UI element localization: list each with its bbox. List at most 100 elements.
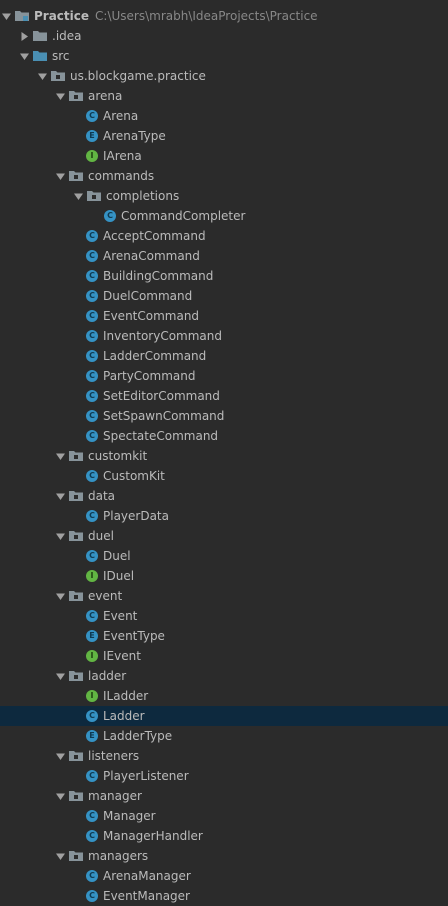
tree-row-ievent[interactable]: I IEvent <box>0 646 448 666</box>
expand-arrow-icon[interactable] <box>0 6 12 26</box>
tree-node-label: EventCommand <box>103 309 200 323</box>
collapse-arrow-icon[interactable] <box>18 26 30 46</box>
module-folder-icon <box>14 8 30 24</box>
tree-row-arenamanager[interactable]: C ArenaManager <box>0 866 448 886</box>
expand-arrow-icon[interactable] <box>54 786 66 806</box>
package-icon <box>68 848 84 864</box>
class-icon: C <box>86 770 98 782</box>
package-icon <box>50 68 66 84</box>
class-icon: C <box>86 290 98 302</box>
expand-arrow-icon[interactable] <box>54 586 66 606</box>
expand-arrow-icon[interactable] <box>54 666 66 686</box>
class-icon: C <box>86 250 98 262</box>
tree-row-laddertype[interactable]: E LadderType <box>0 726 448 746</box>
tree-node-label: LadderCommand <box>103 349 207 363</box>
tree-row-arenatype[interactable]: E ArenaType <box>0 126 448 146</box>
tree-row-eventtype[interactable]: E EventType <box>0 626 448 646</box>
tree-node-label: DuelCommand <box>103 289 193 303</box>
expand-arrow-icon[interactable] <box>54 446 66 466</box>
tree-row-us-blockgame-practice[interactable]: us.blockgame.practice <box>0 66 448 86</box>
tree-row-acceptcommand[interactable]: C AcceptCommand <box>0 226 448 246</box>
class-icon: C <box>86 410 98 422</box>
expand-arrow-icon[interactable] <box>36 66 48 86</box>
tree-row-managerhandler[interactable]: C ManagerHandler <box>0 826 448 846</box>
tree-row-data[interactable]: data <box>0 486 448 506</box>
tree-row-commands[interactable]: commands <box>0 166 448 186</box>
tree-row-completions[interactable]: completions <box>0 186 448 206</box>
tree-row-event[interactable]: C Event <box>0 606 448 626</box>
tree-row-duel[interactable]: C Duel <box>0 546 448 566</box>
tree-row-duel[interactable]: duel <box>0 526 448 546</box>
tree-row-buildingcommand[interactable]: C BuildingCommand <box>0 266 448 286</box>
tree-row-customkit[interactable]: C CustomKit <box>0 466 448 486</box>
class-icon: C <box>86 270 98 282</box>
expand-arrow-icon[interactable] <box>54 746 66 766</box>
interface-icon: I <box>86 570 98 582</box>
tree-row-spectatecommand[interactable]: C SpectateCommand <box>0 426 448 446</box>
tree-row-ladder[interactable]: ladder <box>0 666 448 686</box>
class-icon: C <box>86 550 98 562</box>
expand-arrow-icon[interactable] <box>54 846 66 866</box>
tree-row-laddercommand[interactable]: C LadderCommand <box>0 346 448 366</box>
tree-row-commandcompleter[interactable]: C CommandCompleter <box>0 206 448 226</box>
tree-node-label: Practice <box>34 9 90 23</box>
expand-arrow-icon[interactable] <box>54 166 66 186</box>
tree-row-event[interactable]: event <box>0 586 448 606</box>
tree-node-label: IArena <box>103 149 142 163</box>
tree-row-ladder[interactable]: C Ladder <box>0 706 448 726</box>
expand-arrow-icon[interactable] <box>18 46 30 66</box>
tree-node-label: CommandCompleter <box>121 209 246 223</box>
tree-row-iarena[interactable]: I IArena <box>0 146 448 166</box>
tree-row-arena[interactable]: C Arena <box>0 106 448 126</box>
expand-arrow-icon[interactable] <box>72 186 84 206</box>
tree-row-partycommand[interactable]: C PartyCommand <box>0 366 448 386</box>
tree-row-inventorycommand[interactable]: C InventoryCommand <box>0 326 448 346</box>
tree-row-customkit[interactable]: customkit <box>0 446 448 466</box>
tree-row-playerdata[interactable]: C PlayerData <box>0 506 448 526</box>
tree-row-setspawncommand[interactable]: C SetSpawnCommand <box>0 406 448 426</box>
class-icon: C <box>86 110 98 122</box>
package-icon <box>68 788 84 804</box>
expand-arrow-icon[interactable] <box>54 526 66 546</box>
tree-row-src[interactable]: src <box>0 46 448 66</box>
tree-row-arena[interactable]: arena <box>0 86 448 106</box>
enum-icon: E <box>86 130 98 142</box>
tree-node-label: .idea <box>52 29 82 43</box>
tree-row-playerlistener[interactable]: C PlayerListener <box>0 766 448 786</box>
package-icon <box>68 588 84 604</box>
source-folder-icon <box>32 48 48 64</box>
class-icon: C <box>86 390 98 402</box>
tree-row-idea[interactable]: .idea <box>0 26 448 46</box>
project-tree[interactable]: Practice C:\Users\mrabh\IdeaProjects\Prac… <box>0 0 448 903</box>
tree-row-managers[interactable]: managers <box>0 846 448 866</box>
tree-row-practice[interactable]: Practice C:\Users\mrabh\IdeaProjects\Prac… <box>0 6 448 26</box>
tree-row-manager[interactable]: C Manager <box>0 806 448 826</box>
tree-row-listeners[interactable]: listeners <box>0 746 448 766</box>
tree-row-seteditorcommand[interactable]: C SetEditorCommand <box>0 386 448 406</box>
tree-node-label: EventManager <box>103 889 190 903</box>
tree-node-label: PlayerListener <box>103 769 189 783</box>
expand-arrow-icon[interactable] <box>54 486 66 506</box>
tree-row-eventcommand[interactable]: C EventCommand <box>0 306 448 326</box>
tree-row-iladder[interactable]: I ILadder <box>0 686 448 706</box>
module-path: C:\Users\mrabh\IdeaProjects\Practice <box>95 9 318 23</box>
tree-row-duelcommand[interactable]: C DuelCommand <box>0 286 448 306</box>
tree-row-eventmanager[interactable]: C EventManager <box>0 886 448 906</box>
tree-row-iduel[interactable]: I IDuel <box>0 566 448 586</box>
tree-row-manager[interactable]: manager <box>0 786 448 806</box>
expand-arrow-icon[interactable] <box>54 86 66 106</box>
tree-row-arenacommand[interactable]: C ArenaCommand <box>0 246 448 266</box>
class-icon: C <box>86 470 98 482</box>
